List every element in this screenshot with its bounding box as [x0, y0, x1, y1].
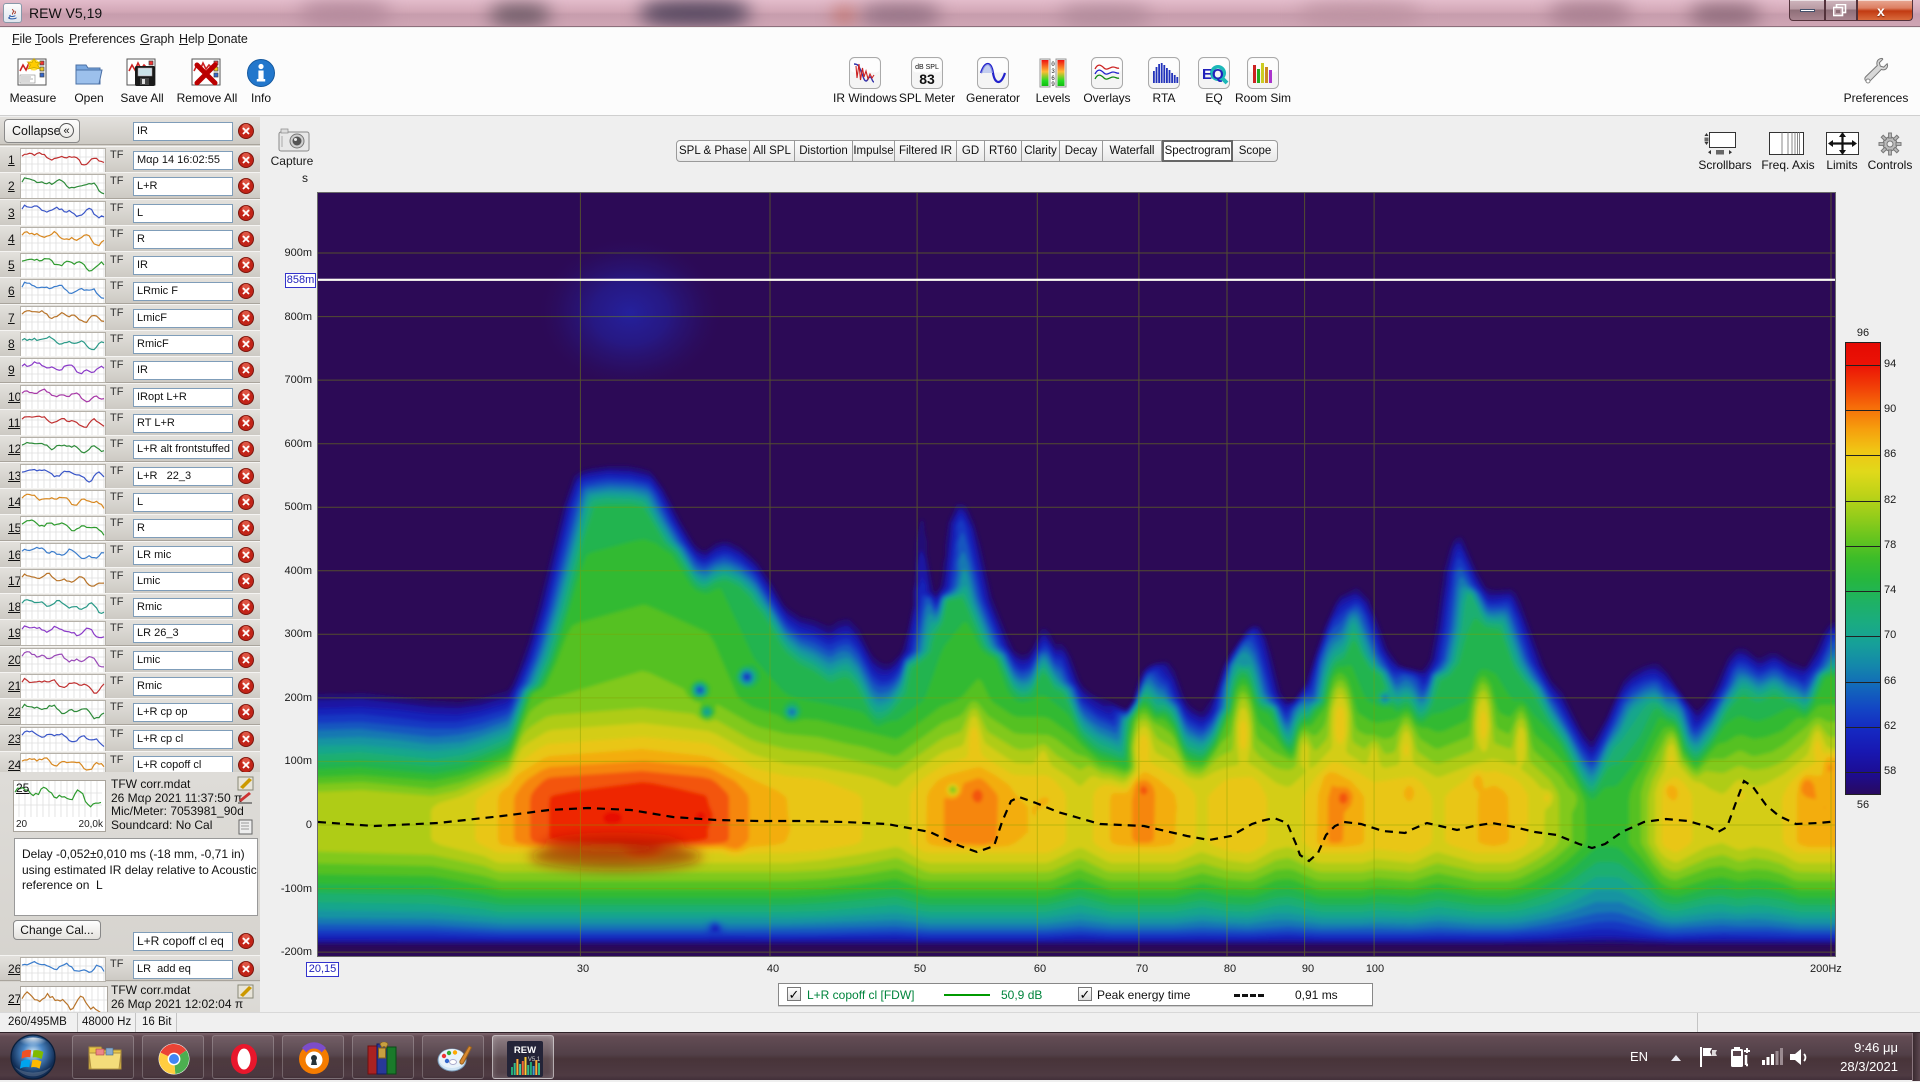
svg-text:0: 0 [1051, 61, 1055, 68]
svg-text:V5.1: V5.1 [528, 1057, 541, 1063]
svg-text:REW: REW [514, 1045, 536, 1056]
svg-text:3: 3 [1051, 68, 1055, 75]
svg-text:dB SPL: dB SPL [915, 64, 939, 71]
svg-text:9: 9 [1051, 81, 1055, 88]
svg-text:83: 83 [919, 71, 935, 87]
